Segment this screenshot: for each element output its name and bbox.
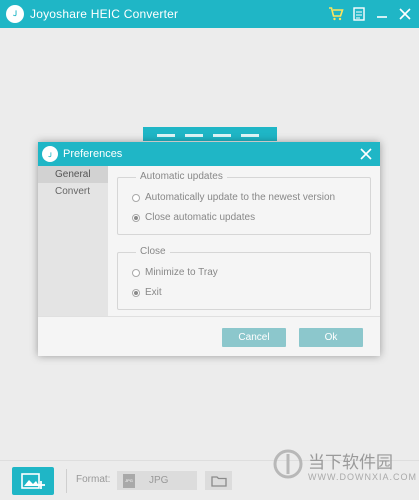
underlying-panel-edge [143, 127, 277, 141]
group-legend: Automatic updates [136, 171, 227, 182]
format-select[interactable]: JPG JPG [117, 471, 197, 490]
radio-button[interactable] [132, 213, 140, 222]
sidebar-item-general[interactable]: General [38, 166, 108, 183]
cart-icon[interactable] [326, 4, 346, 24]
radio-minimize-to-tray[interactable]: Minimize to Tray [132, 267, 218, 278]
toolbar-divider [66, 469, 67, 493]
radio-button[interactable] [132, 193, 140, 202]
app-logo-icon: Ｊ [6, 5, 24, 23]
preferences-dialog: Ｊ Preferences General Convert Automatic … [38, 142, 380, 356]
radio-label: Close automatic updates [145, 212, 256, 223]
cancel-button[interactable]: Cancel [222, 328, 286, 347]
dialog-logo-icon: Ｊ [42, 146, 58, 162]
preferences-sidebar: General Convert [38, 166, 108, 316]
radio-exit[interactable]: Exit [132, 287, 162, 298]
radio-auto-update[interactable]: Automatically update to the newest versi… [132, 192, 335, 203]
file-format-icon: JPG [123, 473, 135, 488]
format-value: JPG [149, 475, 169, 486]
title-bar: Ｊ Joyoshare HEIC Converter [0, 0, 419, 28]
add-files-button[interactable] [12, 467, 54, 495]
watermark-text: 当下软件园 [308, 453, 393, 473]
register-icon[interactable] [349, 4, 369, 24]
dialog-footer: Cancel Ok [38, 316, 380, 356]
radio-close-auto-updates[interactable]: Close automatic updates [132, 212, 255, 223]
dialog-close-icon[interactable] [357, 145, 375, 163]
radio-label: Exit [145, 287, 162, 298]
group-legend: Close [136, 246, 170, 257]
dialog-title-bar: Ｊ Preferences [38, 142, 380, 166]
app-title: Joyoshare HEIC Converter [30, 7, 179, 21]
add-image-icon [21, 473, 45, 489]
dialog-title: Preferences [63, 148, 123, 160]
folder-icon [210, 475, 227, 487]
radio-label: Minimize to Tray [145, 267, 218, 278]
format-label: Format: [76, 474, 111, 485]
close-behavior-group: Close Minimize to Tray Exit [117, 246, 371, 310]
watermark: 当下软件园 WWW.DOWNXIA.COM [272, 446, 416, 496]
window-controls [323, 0, 415, 28]
close-icon[interactable] [395, 4, 415, 24]
radio-label: Automatically update to the newest versi… [145, 192, 336, 203]
minimize-icon[interactable] [372, 4, 392, 24]
watermark-logo-icon [273, 449, 303, 479]
automatic-updates-group: Automatic updates Automatically update t… [117, 171, 371, 235]
watermark-subtext: WWW.DOWNXIA.COM [308, 472, 417, 482]
radio-button[interactable] [132, 268, 140, 277]
ok-button[interactable]: Ok [299, 328, 363, 347]
output-folder-button[interactable] [205, 471, 232, 490]
sidebar-item-convert[interactable]: Convert [38, 183, 108, 200]
radio-button[interactable] [132, 288, 140, 297]
